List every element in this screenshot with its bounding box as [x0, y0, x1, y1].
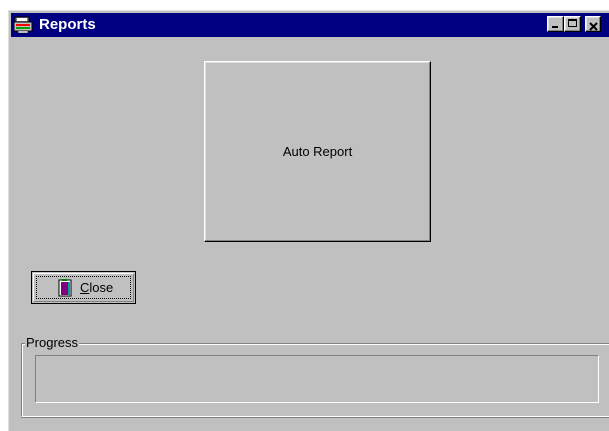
maximize-icon — [568, 19, 577, 27]
minimize-icon — [552, 26, 558, 28]
close-window-button[interactable] — [585, 16, 601, 32]
maximize-button[interactable] — [564, 16, 581, 32]
progress-group-label: Progress — [25, 335, 80, 351]
minimize-button[interactable] — [547, 16, 564, 32]
reports-app-icon — [13, 16, 34, 34]
close-accesskey: C — [80, 280, 90, 295]
reports-window: Reports Auto Report Close Progress — [8, 10, 609, 431]
auto-report-button[interactable]: Auto Report — [204, 61, 431, 242]
close-label-rest: lose — [89, 280, 114, 295]
close-icon — [588, 19, 599, 31]
exit-door-icon — [58, 279, 72, 297]
auto-report-label: Auto Report — [282, 144, 353, 159]
close-button-label: Close — [80, 280, 113, 296]
progress-bar — [35, 355, 599, 403]
title-bar[interactable]: Reports — [11, 13, 609, 37]
window-title: Reports — [39, 16, 96, 33]
close-button[interactable]: Close — [31, 271, 136, 304]
